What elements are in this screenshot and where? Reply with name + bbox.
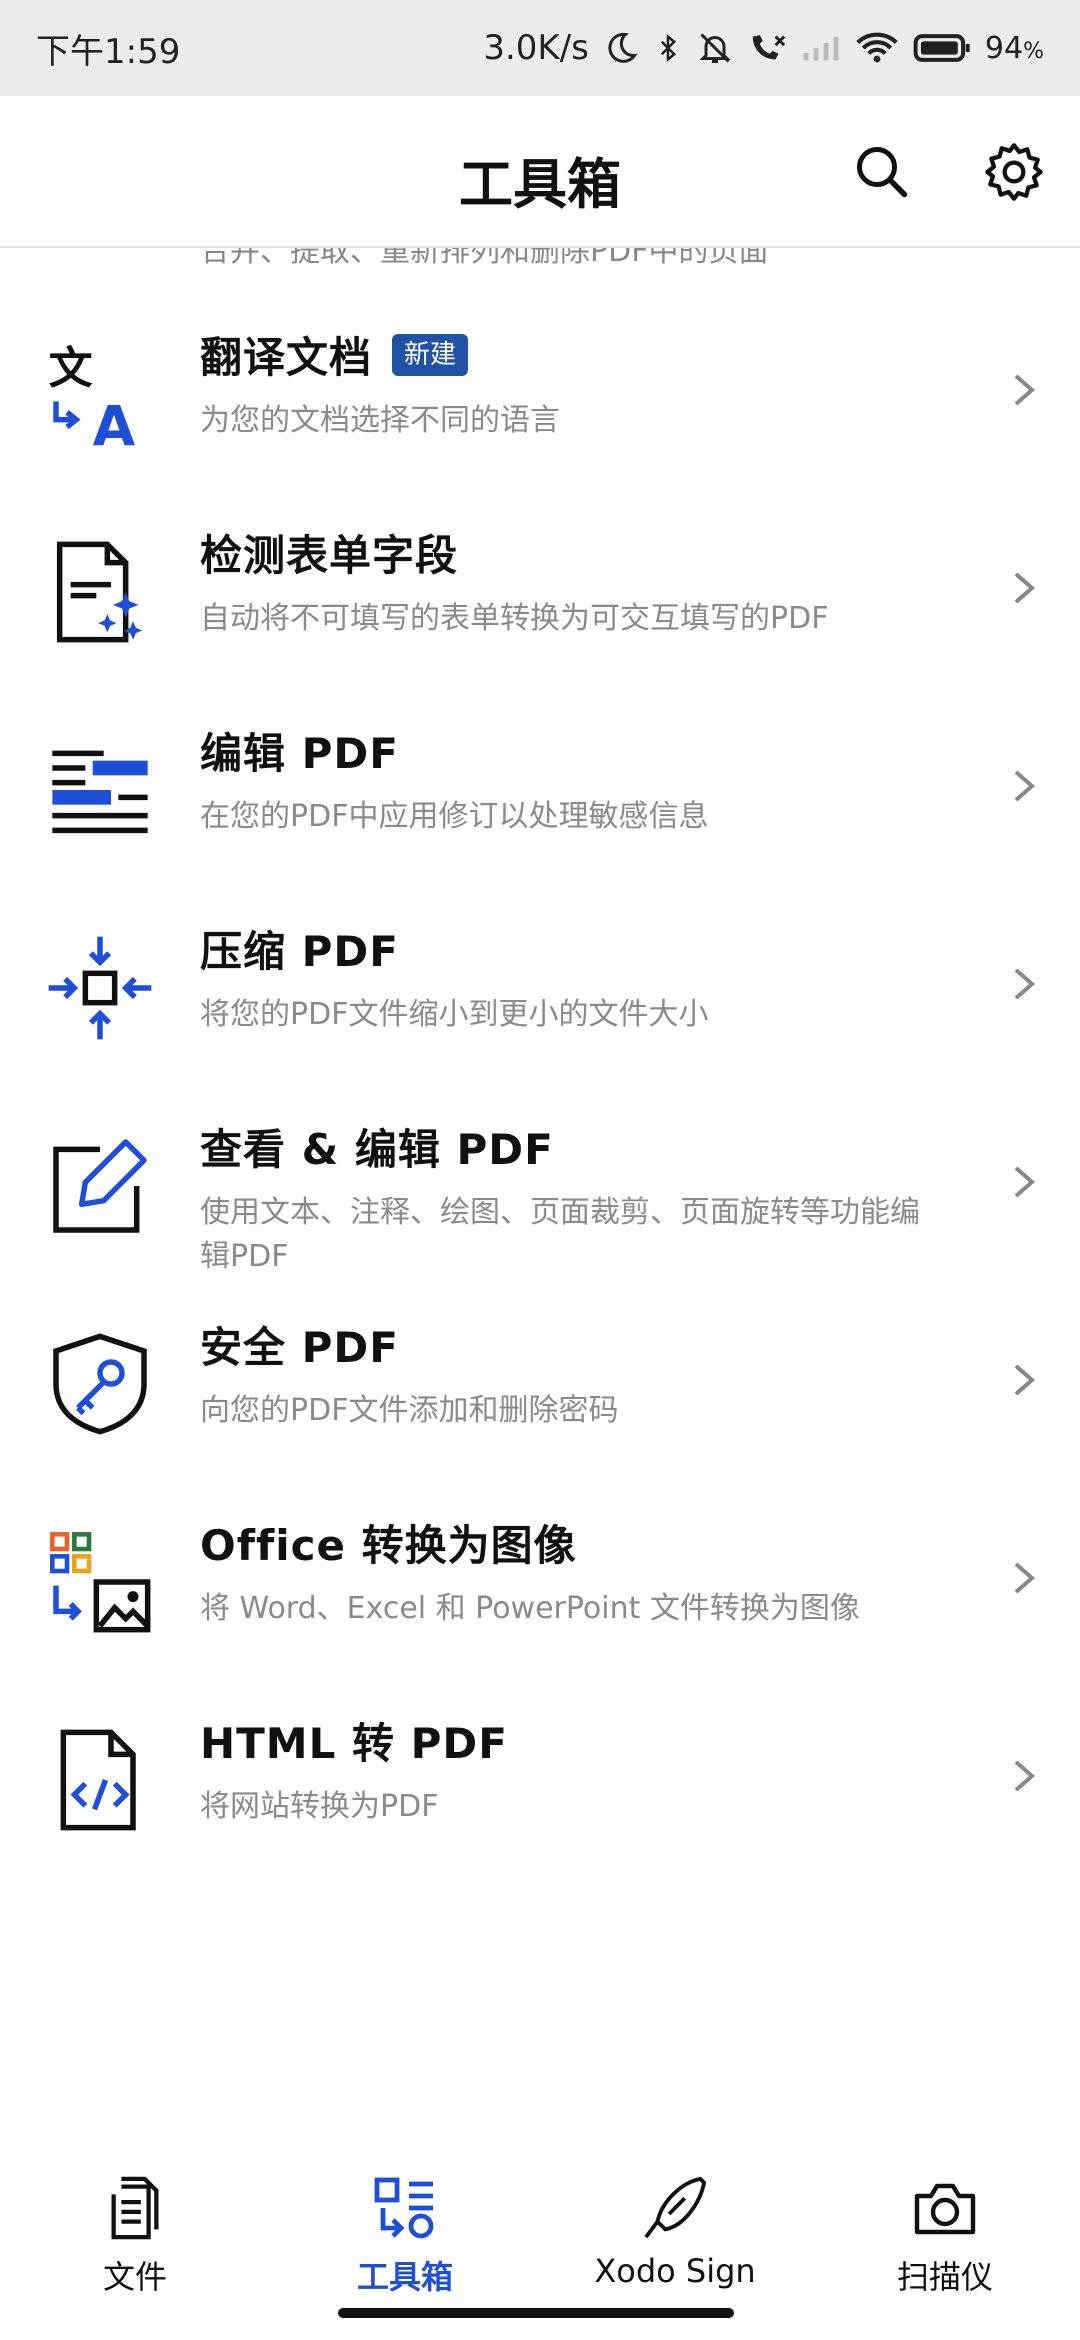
status-time: 下午1:59 — [36, 31, 181, 72]
chevron-right-icon — [1014, 1166, 1036, 1198]
compress-icon — [40, 928, 160, 1048]
moon-icon — [608, 32, 638, 63]
chevron-right-icon — [1014, 770, 1036, 802]
tool-item-secure-pdf[interactable]: 安全 PDF 向您的PDF文件添加和删除密码 — [0, 1296, 1080, 1494]
svg-text:A: A — [93, 394, 136, 449]
tool-title: 编辑 PDF — [200, 729, 399, 778]
tool-title: HTML 转 PDF — [200, 1719, 508, 1768]
form-detect-icon — [40, 532, 160, 652]
tool-title: 翻译文档 — [200, 333, 373, 382]
status-bar: 下午1:59 3.0K/s 94% — [0, 0, 1080, 96]
tool-desc: 使用文本、注释、绘图、页面裁剪、页面旋转等功能编辑PDF — [200, 1195, 920, 1274]
battery-percent: 94% — [984, 30, 1044, 66]
tool-desc: 将您的PDF文件缩小到更小的文件大小 — [200, 997, 709, 1032]
mute-bell-icon — [699, 33, 731, 63]
tool-title: 安全 PDF — [200, 1323, 399, 1372]
toolbox-icon — [374, 2177, 434, 2239]
bluetooth-icon — [660, 34, 677, 62]
pen-nib-icon — [644, 2176, 707, 2239]
edit-icon — [40, 1126, 160, 1246]
tool-desc: 将 Word、Excel 和 PowerPoint 文件转换为图像 — [200, 1591, 860, 1626]
office-to-image-icon — [40, 1522, 160, 1642]
page-title: 工具箱 — [459, 153, 621, 216]
battery-icon — [913, 34, 970, 62]
top-app-bar: 工具箱 — [0, 96, 1080, 248]
new-badge: 新建 — [392, 333, 469, 376]
chevron-right-icon — [1014, 572, 1036, 604]
nav-label: Xodo Sign — [594, 2252, 756, 2290]
tool-title: 查看 & 编辑 PDF — [200, 1125, 554, 1174]
camera-icon — [914, 2183, 976, 2235]
tool-item-redact-pdf[interactable]: 编辑 PDF 在您的PDF中应用修订以处理敏感信息 — [0, 702, 1080, 900]
nav-label: 文件 — [102, 2258, 167, 2296]
nav-scanner[interactable]: 扫描仪 — [810, 2172, 1080, 2298]
chevron-right-icon — [1014, 374, 1036, 406]
svg-text:文: 文 — [49, 343, 93, 394]
tool-desc: 在您的PDF中应用修订以处理敏感信息 — [200, 799, 709, 834]
redact-icon — [40, 730, 160, 850]
nav-label: 工具箱 — [356, 2258, 453, 2296]
tool-desc: 向您的PDF文件添加和删除密码 — [200, 1393, 619, 1428]
gear-icon — [985, 143, 1043, 201]
nav-files[interactable]: 文件 — [0, 2172, 270, 2298]
tool-desc: 将网站转换为PDF — [200, 1789, 439, 1824]
call-icon — [752, 35, 786, 60]
chevron-right-icon — [1014, 1760, 1036, 1792]
network-speed: 3.0K/s — [483, 28, 589, 68]
tool-title: Office 转换为图像 — [200, 1521, 577, 1570]
tool-desc: 自动将不可填写的表单转换为可交互填写的PDF — [200, 601, 829, 636]
html-file-icon — [40, 1720, 160, 1840]
document-icon — [111, 2176, 159, 2240]
secure-shield-icon — [40, 1324, 160, 1444]
chevron-right-icon — [1014, 1364, 1036, 1396]
tool-item-translate[interactable]: 文A 翻译文档 新建 为您的文档选择不同的语言 — [0, 306, 1080, 504]
tool-item-office-to-image[interactable]: Office 转换为图像 将 Word、Excel 和 PowerPoint 文… — [0, 1494, 1080, 1692]
nav-toolbox[interactable]: 工具箱 — [270, 2172, 540, 2298]
tool-desc: 为您的文档选择不同的语言 — [200, 403, 560, 438]
chevron-right-icon — [1014, 968, 1036, 1000]
tool-item-detect-form-fields[interactable]: 检测表单字段 自动将不可填写的表单转换为可交互填写的PDF — [0, 504, 1080, 702]
status-icons: 3.0K/s 94% — [483, 28, 1044, 68]
nav-xodo-sign[interactable]: Xodo Sign — [540, 2172, 810, 2290]
tool-title: 压缩 PDF — [200, 927, 399, 976]
wifi-icon — [856, 32, 898, 63]
home-indicator[interactable] — [338, 2308, 734, 2318]
tool-desc: 合并、提取、重新排列和删除PDF中的页面 — [200, 248, 769, 269]
tool-item-html-to-pdf[interactable]: HTML 转 PDF 将网站转换为PDF — [0, 1692, 1080, 1890]
chevron-right-icon — [1014, 1562, 1036, 1594]
tool-title: 检测表单字段 — [200, 531, 459, 580]
tool-item-organize-pages[interactable]: 合并、提取、重新排列和删除PDF中的页面 — [0, 248, 1080, 278]
translate-icon: 文A — [40, 334, 160, 454]
tool-item-compress-pdf[interactable]: 压缩 PDF 将您的PDF文件缩小到更小的文件大小 — [0, 900, 1080, 1098]
signal-icon — [803, 36, 839, 61]
nav-label: 扫描仪 — [896, 2258, 993, 2296]
search-icon — [857, 147, 908, 198]
tool-list: 合并、提取、重新排列和删除PDF中的页面 文A 翻译文档 新建 为您的文档选择不… — [0, 248, 1080, 2128]
settings-button[interactable] — [978, 136, 1050, 208]
search-button[interactable] — [846, 136, 918, 208]
tool-item-view-edit-pdf[interactable]: 查看 & 编辑 PDF 使用文本、注释、绘图、页面裁剪、页面旋转等功能编辑PDF — [0, 1098, 1080, 1296]
